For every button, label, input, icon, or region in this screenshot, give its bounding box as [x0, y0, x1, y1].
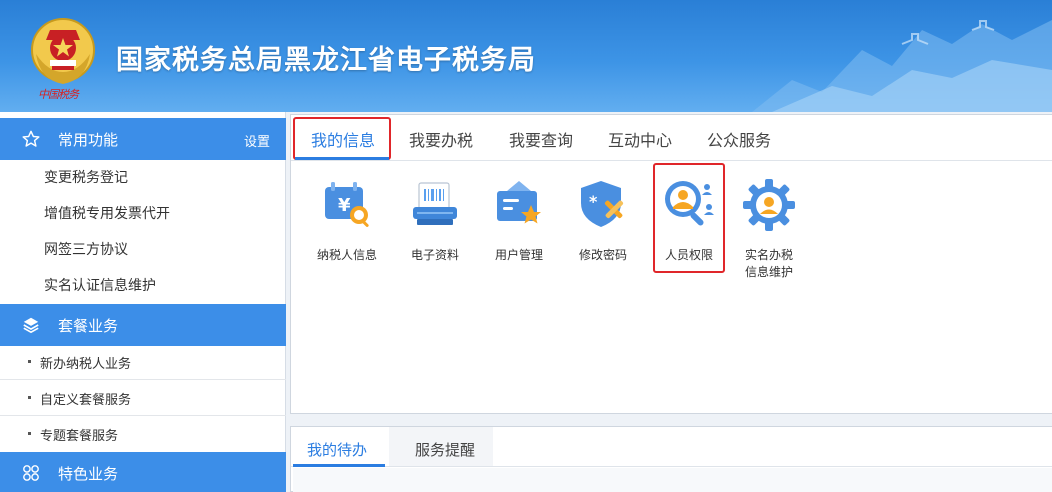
tile-change-password[interactable]: * 修改密码 [561, 177, 645, 287]
sidebar-item-realname-maintenance[interactable]: 实名认证信息维护 [0, 266, 286, 302]
grid-icon [23, 465, 39, 481]
main-tabs: 我的信息 我要办税 我要查询 互动中心 公众服务 [291, 115, 1052, 161]
svg-text:¥: ¥ [338, 195, 351, 216]
tile-personnel-permission[interactable]: 人员权限 [647, 177, 731, 287]
tile-label: 实名办税 信息维护 [727, 247, 811, 281]
sidebar-item-label: 变更税务登记 [44, 170, 128, 186]
tab-query[interactable]: 我要查询 [509, 127, 573, 151]
sidebar-item-vat-invoice[interactable]: 增值税专用发票代开 [0, 194, 286, 230]
settings-link[interactable]: 设置 [244, 131, 270, 150]
tab-public-service[interactable]: 公众服务 [707, 127, 771, 151]
sidebar: 常用功能 设置 变更税务登记 增值税专用发票代开 网签三方协议 实名认证信息维护… [0, 112, 286, 492]
svg-text:*: * [589, 192, 598, 211]
user-management-icon [497, 181, 541, 224]
sidebar-section-title: 套餐业务 [58, 317, 119, 335]
sidebar-item-tripartite-agreement[interactable]: 网签三方协议 [0, 230, 286, 266]
star-icon [22, 130, 40, 147]
sidebar-section-title: 特色业务 [58, 465, 119, 483]
tile-label: 纳税人信息 [316, 248, 377, 262]
site-header: 中国税务 国家税务总局黑龙江省电子税务局 [0, 0, 1052, 112]
tile-realname-info[interactable]: 实名办税 信息维护 [727, 177, 811, 287]
bullet-icon [28, 396, 31, 399]
sidebar-section-title: 常用功能 [58, 131, 119, 149]
sidebar-section-package[interactable]: 套餐业务 [0, 304, 286, 346]
bullet-icon [28, 432, 31, 435]
active-tab-underline [293, 464, 385, 467]
tile-taxpayer-info[interactable]: ¥ 纳税人信息 [305, 177, 389, 287]
todo-content-area [293, 468, 1052, 492]
bullet-icon [28, 360, 31, 363]
tile-label: 电子资料 [410, 248, 459, 262]
taxpayer-info-icon: ¥ [325, 182, 369, 227]
electronic-data-icon [413, 182, 457, 225]
sidebar-item-change-registration[interactable]: 变更税务登记 [0, 158, 286, 194]
sidebar-item-label: 增值税专用发票代开 [44, 206, 170, 222]
tab-service-reminder[interactable]: 服务提醒 [415, 439, 475, 460]
active-tab-underline [295, 157, 389, 160]
todo-panel: 我的待办 服务提醒 [290, 426, 1052, 492]
layers-icon [23, 317, 39, 334]
tab-handle-tax[interactable]: 我要办税 [409, 127, 473, 151]
sidebar-subitem-custom-package[interactable]: 自定义套餐服务 [0, 380, 286, 416]
sidebar-section-special[interactable]: 特色业务 [0, 452, 286, 492]
realname-info-icon [743, 179, 795, 231]
tile-electronic-data[interactable]: 电子资料 [393, 177, 477, 287]
sidebar-item-label: 网签三方协议 [44, 242, 128, 258]
app-root: 中国税务 国家税务总局黑龙江省电子税务局 常用功能 设置 变更税务登记 增值税专… [0, 0, 1052, 492]
sidebar-subitem-label: 新办纳税人业务 [40, 357, 132, 372]
tax-emblem-icon [31, 18, 95, 84]
personnel-permission-icon [665, 181, 714, 226]
tile-label-line1: 实名办税 [744, 248, 793, 262]
tile-label-line2: 信息维护 [744, 265, 793, 279]
sidebar-subitem-label: 自定义套餐服务 [40, 393, 132, 408]
great-wall-background [752, 20, 1052, 112]
sidebar-item-label: 实名认证信息维护 [44, 278, 156, 294]
emblem-caption: 中国税务 [38, 88, 79, 101]
lower-tabs: 我的待办 服务提醒 [291, 427, 1052, 467]
sidebar-subitem-label: 专题套餐服务 [40, 429, 119, 444]
sidebar-subitem-new-taxpayer[interactable]: 新办纳税人业务 [0, 344, 286, 380]
tab-my-info[interactable]: 我的信息 [311, 127, 375, 151]
sidebar-subitem-topic-package[interactable]: 专题套餐服务 [0, 416, 286, 452]
tile-label: 人员权限 [664, 248, 713, 262]
tab-my-todo[interactable]: 我的待办 [307, 439, 367, 460]
tile-user-management[interactable]: 用户管理 [477, 177, 561, 287]
my-info-panel: 我的信息 我要办税 我要查询 互动中心 公众服务 ¥ 纳税人信息 电子资料 用户… [290, 114, 1052, 414]
tile-label: 修改密码 [578, 248, 627, 262]
sidebar-section-common[interactable]: 常用功能 设置 [0, 118, 286, 160]
tab-interaction-center[interactable]: 互动中心 [608, 127, 672, 151]
change-password-icon: * [581, 181, 624, 227]
tile-label: 用户管理 [494, 248, 543, 262]
site-title: 国家税务总局黑龙江省电子税务局 [116, 45, 536, 76]
